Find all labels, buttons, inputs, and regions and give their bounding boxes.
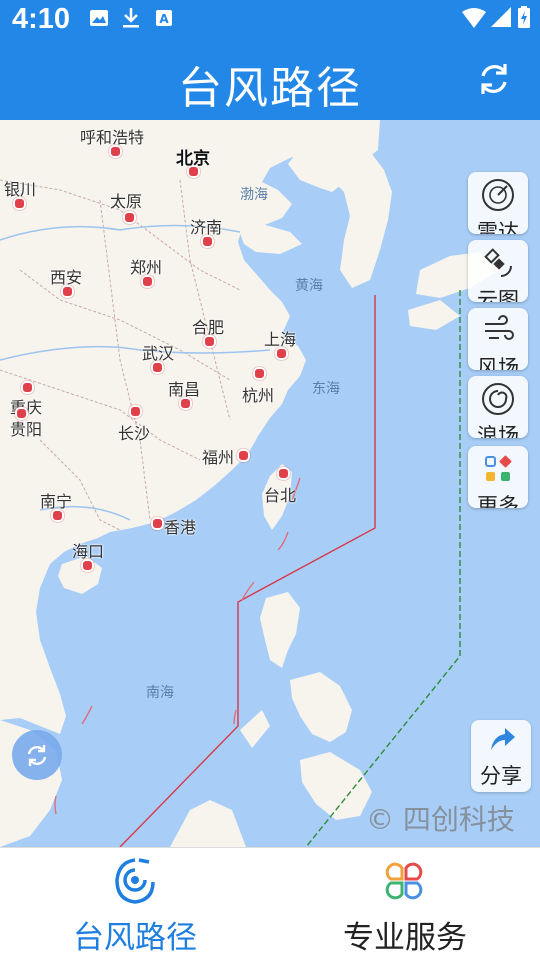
wind-icon — [485, 315, 514, 340]
typhoon-map[interactable]: 呼和浩特北京银川太原济南西安郑州合肥上海武汉南昌杭州重庆贵阳长沙福州台北南宁香港… — [0, 120, 540, 847]
city-label: 太原 — [110, 192, 143, 211]
sea-label: 黄海 — [295, 278, 323, 294]
share-button[interactable]: 分享 — [471, 720, 531, 792]
city-label: 合肥 — [192, 318, 225, 337]
city-label: 海口 — [72, 542, 105, 561]
share-label: 分享 — [480, 764, 522, 788]
city-marker — [253, 367, 266, 380]
image-icon — [90, 10, 108, 30]
sea-label: 渤海 — [240, 187, 268, 203]
city-label: 台北 — [264, 486, 297, 505]
city-label: 上海 — [264, 330, 297, 349]
bottom-nav: 台风路径 专业服务 — [0, 847, 540, 961]
download-icon — [122, 8, 140, 32]
city-label: 贵阳 — [10, 420, 43, 439]
share-icon — [491, 728, 515, 750]
app-bar: 台风路径 — [0, 42, 540, 120]
more-label: 更多 — [477, 494, 519, 508]
battery-charging-icon — [518, 6, 530, 32]
satellite-icon — [484, 248, 512, 277]
sea-label: 东海 — [312, 381, 340, 397]
city-label: 南宁 — [40, 492, 73, 511]
wind-field-label: 风场 — [477, 356, 519, 370]
sea-label: 南海 — [146, 685, 174, 701]
city-marker — [123, 211, 136, 224]
refresh-icon[interactable] — [475, 60, 513, 98]
wave-field-label: 浪场 — [477, 424, 519, 438]
watermark: © 四创科技 — [366, 803, 515, 836]
tab-professional-service[interactable]: 专业服务 — [270, 848, 540, 961]
svg-text:A: A — [159, 12, 169, 26]
typhoon-icon — [115, 858, 155, 904]
page-title: 台风路径 — [178, 63, 362, 114]
city-marker — [129, 405, 142, 418]
tab-typhoon-path[interactable]: 台风路径 — [0, 848, 270, 961]
city-label: 福州 — [202, 448, 235, 467]
city-label: 西安 — [50, 268, 83, 287]
clover-icon — [385, 862, 423, 900]
status-bar: 4:10 A — [0, 0, 540, 42]
refresh-location-icon — [27, 745, 47, 766]
radar-label: 雷达 — [477, 220, 519, 234]
radar-button[interactable]: 雷达 — [468, 172, 528, 234]
city-marker — [151, 517, 164, 530]
more-grid-icon — [485, 455, 512, 481]
cloud-map-button[interactable]: 云图 — [468, 240, 528, 302]
city-marker — [277, 467, 290, 480]
city-marker — [237, 449, 250, 462]
city-label: 北京 — [176, 149, 210, 169]
cloud-map-label: 云图 — [477, 288, 519, 302]
wave-field-button[interactable]: 浪场 — [468, 376, 528, 438]
wind-field-button[interactable]: 风场 — [468, 308, 528, 370]
city-label: 呼和浩特 — [80, 128, 145, 147]
city-label: 南昌 — [168, 380, 201, 399]
wifi-icon — [462, 8, 486, 32]
city-label: 济南 — [190, 218, 223, 237]
status-time: 4:10 — [12, 3, 71, 35]
tab-typhoon-path-label: 台风路径 — [73, 920, 197, 956]
city-label: 长沙 — [118, 424, 151, 443]
city-label: 郑州 — [130, 258, 163, 277]
notification-a-icon: A — [156, 10, 172, 30]
city-label: 武汉 — [142, 344, 175, 363]
radar-icon — [482, 179, 514, 211]
city-label: 杭州 — [242, 386, 275, 405]
city-label: 香港 — [164, 518, 197, 537]
signal-icon — [491, 7, 511, 31]
wave-icon — [482, 383, 514, 415]
city-marker — [21, 381, 34, 394]
more-button[interactable]: 更多 — [468, 446, 528, 508]
city-label: 银川 — [4, 180, 37, 199]
tab-professional-service-label: 专业服务 — [343, 920, 467, 956]
locate-button[interactable] — [12, 730, 62, 780]
